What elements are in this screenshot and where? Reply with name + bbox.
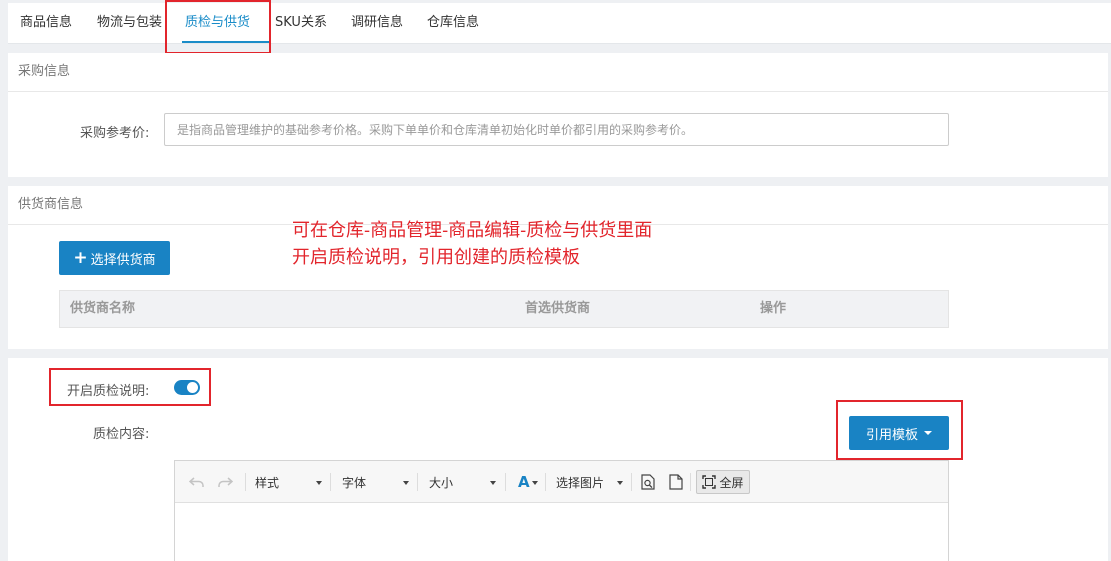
- supplier-table-header: 供货商名称 首选供货商 操作: [59, 290, 949, 328]
- size-caret-icon: [490, 481, 496, 485]
- toolbar-separator: [631, 473, 632, 491]
- qc-content-label: 质检内容:: [93, 427, 150, 442]
- fullscreen-button[interactable]: 全屏: [696, 470, 750, 494]
- style-dropdown[interactable]: 样式: [255, 471, 279, 493]
- toolbar-separator: [690, 473, 691, 491]
- font-caret-icon: [403, 481, 409, 485]
- font-dropdown[interactable]: 字体: [342, 471, 366, 493]
- size-dropdown[interactable]: 大小: [429, 471, 453, 493]
- new-document-icon[interactable]: [669, 474, 683, 490]
- select-supplier-label: 选择供货商: [90, 252, 156, 268]
- font-dropdown-label: 字体: [342, 475, 367, 490]
- ref-price-input[interactable]: [164, 113, 949, 146]
- column-actions: 操作: [760, 301, 787, 316]
- fullscreen-label: 全屏: [719, 475, 744, 490]
- column-supplier-name: 供货商名称: [70, 301, 136, 316]
- select-image-label: 选择图片: [556, 475, 605, 490]
- ref-price-label: 采购参考价:: [80, 126, 150, 141]
- toolbar-separator: [417, 473, 418, 491]
- tab-logistics-packaging[interactable]: 物流与包装: [97, 3, 162, 44]
- column-preferred-supplier: 首选供货商: [525, 301, 591, 316]
- toolbar-separator: [545, 473, 546, 491]
- toolbar-separator: [505, 473, 506, 491]
- select-image-dropdown[interactable]: 选择图片: [556, 471, 604, 493]
- editor-toolbar: 样式 字体 大小 A 选择图片 全屏: [175, 461, 948, 503]
- preview-icon[interactable]: [641, 474, 655, 490]
- annotation-line-2: 开启质检说明，引用创建的质检模板: [292, 247, 580, 268]
- purchase-info-title: 采购信息: [8, 53, 1108, 92]
- font-color-icon: A: [518, 473, 530, 491]
- style-caret-icon: [316, 481, 322, 485]
- plus-icon: +: [73, 247, 88, 268]
- tab-research-info[interactable]: 调研信息: [351, 3, 403, 44]
- undo-icon[interactable]: [189, 475, 205, 489]
- qc-content-editor[interactable]: 样式 字体 大小 A 选择图片 全屏: [174, 460, 949, 561]
- toolbar-separator: [245, 473, 246, 491]
- highlight-box-template: [836, 400, 963, 460]
- highlight-box-tab: [165, 0, 271, 54]
- style-dropdown-label: 样式: [255, 475, 280, 490]
- annotation-line-1: 可在仓库-商品管理-商品编辑-质检与供货里面: [292, 220, 653, 241]
- tab-product-info[interactable]: 商品信息: [20, 3, 72, 44]
- annotation-text: 可在仓库-商品管理-商品编辑-质检与供货里面 开启质检说明，引用创建的质检模板: [292, 217, 652, 271]
- font-color-caret-icon: [532, 481, 538, 485]
- size-dropdown-label: 大小: [429, 475, 454, 490]
- redo-icon[interactable]: [217, 475, 233, 489]
- font-color-button[interactable]: A: [518, 471, 530, 493]
- tab-sku-relation[interactable]: SKU关系: [275, 3, 327, 44]
- select-image-caret-icon: [617, 481, 623, 485]
- toolbar-separator: [330, 473, 331, 491]
- tab-warehouse-info[interactable]: 仓库信息: [427, 3, 479, 44]
- highlight-box-toggle: [49, 368, 211, 406]
- select-supplier-button[interactable]: + 选择供货商: [59, 241, 170, 275]
- fullscreen-icon: [702, 475, 717, 489]
